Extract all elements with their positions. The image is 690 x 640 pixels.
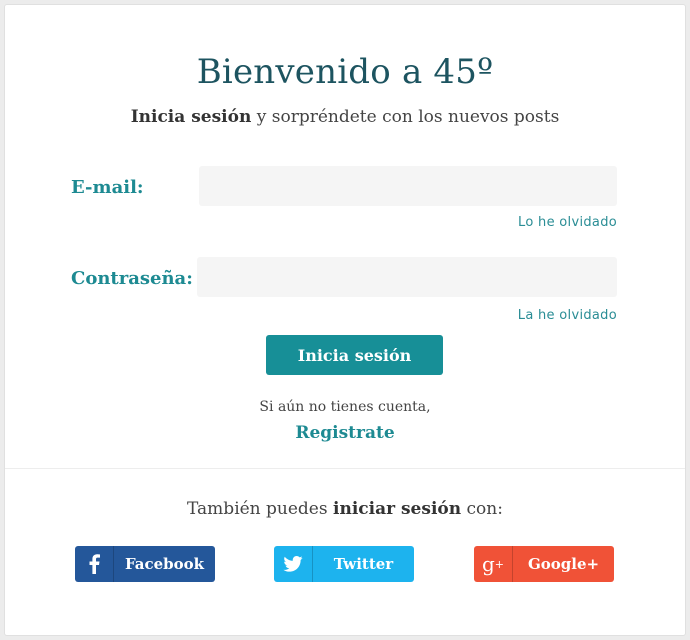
password-label: Contraseña: (71, 268, 193, 289)
page-title: Bienvenido a 45º (196, 52, 494, 92)
password-field[interactable] (197, 257, 617, 297)
facebook-login-button[interactable]: Facebook (75, 546, 215, 582)
google-plus-login-button[interactable]: g + Google+ (474, 546, 614, 582)
social-intro-suffix: con: (461, 499, 503, 519)
email-field[interactable] (199, 166, 617, 206)
email-label: E-mail: (71, 177, 144, 198)
forgot-email-link[interactable]: Lo he olvidado (518, 215, 617, 230)
forgot-password-link[interactable]: La he olvidado (518, 308, 617, 323)
register-link[interactable]: Registrate (5, 423, 685, 443)
facebook-label: Facebook (124, 555, 205, 573)
twitter-login-button[interactable]: Twitter (274, 546, 414, 582)
twitter-label: Twitter (333, 555, 394, 573)
divider (5, 468, 685, 469)
subtitle-rest: y sorpréndete con los nuevos posts (251, 107, 560, 127)
no-account-text: Si aún no tienes cuenta, (259, 399, 431, 415)
twitter-icon (274, 546, 313, 582)
social-intro-prefix: También puedes (187, 499, 334, 519)
subtitle-bold: Inicia sesión (130, 107, 252, 127)
login-button[interactable]: Inicia sesión (266, 335, 443, 375)
social-login-intro: También puedes iniciar sesión con: (5, 499, 685, 519)
social-intro-bold: iniciar sesión (333, 499, 462, 519)
google-plus-icon: g + (474, 546, 513, 582)
page-subtitle: Inicia sesión y sorpréndete con los nuev… (5, 107, 685, 127)
facebook-icon (75, 546, 114, 582)
google-plus-label: Google+ (527, 555, 600, 573)
login-card: Bienvenido a 45º Inicia sesión y sorprén… (5, 5, 685, 635)
